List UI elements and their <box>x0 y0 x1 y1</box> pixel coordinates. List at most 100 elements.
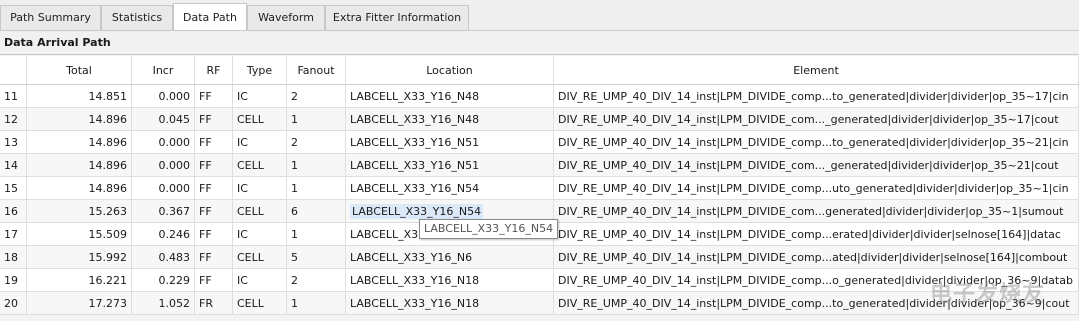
cell-incr: 0.000 <box>132 131 195 153</box>
cell-location: LABCELL_X33_Y16_N48 <box>346 108 554 130</box>
tab-statistics[interactable]: Statistics <box>101 5 173 30</box>
cell-type: CELL <box>233 154 287 176</box>
table-row[interactable]: 14 14.896 0.000 FF CELL 1 LABCELL_X33_Y16_N51 D… <box>0 154 1079 177</box>
cell-fanout: 6 <box>287 200 346 222</box>
column-header-rf[interactable]: RF <box>195 56 233 84</box>
cell-incr: 0.367 <box>132 200 195 222</box>
tab-extra-fitter-information[interactable]: Extra Fitter Information <box>325 5 469 30</box>
cell-rf: FF <box>195 108 233 130</box>
cell-incr: 0.246 <box>132 223 195 245</box>
table-row[interactable]: 20 17.273 1.052 FR CELL 1 LABCELL_X33_Y16_N18 D… <box>0 292 1079 315</box>
tab-waveform[interactable]: Waveform <box>247 5 325 30</box>
location-tooltip: LABCELL_X33_Y16_N54 <box>419 219 559 239</box>
cell-total: 16.221 <box>27 269 132 291</box>
column-header-type[interactable]: Type <box>233 56 287 84</box>
cell-total: 14.896 <box>27 131 132 153</box>
cell-total: 17.273 <box>27 292 132 314</box>
cell-rf: FF <box>195 269 233 291</box>
cell-element: DIV_RE_UMP_40_DIV_14_inst|LPM_DIVIDE_com… <box>554 131 1079 153</box>
cell-rf: FF <box>195 246 233 268</box>
cell-fanout: 2 <box>287 131 346 153</box>
table-header: Total Incr RF Type Fanout Location Element <box>0 56 1079 85</box>
table-row[interactable]: 18 15.992 0.483 FF CELL 5 LABCELL_X33_Y16_N6 DI… <box>0 246 1079 269</box>
cell-element: DIV_RE_UMP_40_DIV_14_inst|LPM_DIVIDE_com… <box>554 223 1079 245</box>
cell-fanout: 1 <box>287 223 346 245</box>
cell-type: CELL <box>233 246 287 268</box>
table-row[interactable]: 12 14.896 0.045 FF CELL 1 LABCELL_X33_Y16_N48 D… <box>0 108 1079 131</box>
cell-location: LABCELL_X33_Y16_N48 <box>346 85 554 107</box>
cell-fanout: 1 <box>287 177 346 199</box>
cell-row-number: 13 <box>0 131 27 153</box>
column-header-total[interactable]: Total <box>27 56 132 84</box>
cell-rf: FF <box>195 154 233 176</box>
cell-type: IC <box>233 85 287 107</box>
cell-fanout: 1 <box>287 292 346 314</box>
cell-incr: 0.045 <box>132 108 195 130</box>
cell-type: CELL <box>233 200 287 222</box>
cell-incr: 0.483 <box>132 246 195 268</box>
cell-incr: 1.052 <box>132 292 195 314</box>
cell-location: LABCELL_X33_Y16_N6 <box>346 246 554 268</box>
cell-total: 14.896 <box>27 177 132 199</box>
cell-fanout: 1 <box>287 108 346 130</box>
cell-type: IC <box>233 223 287 245</box>
cell-location: LABCELL_X33_Y16_N18 <box>346 292 554 314</box>
cell-incr: 0.000 <box>132 85 195 107</box>
location-highlight: LABCELL_X33_Y16_N54 <box>350 203 484 219</box>
cell-fanout: 2 <box>287 269 346 291</box>
cell-location: LABCELL_X33_Y16_N18 <box>346 269 554 291</box>
tab-path-summary[interactable]: Path Summary <box>0 5 101 30</box>
column-header-incr[interactable]: Incr <box>132 56 195 84</box>
column-header-location[interactable]: Location <box>346 56 554 84</box>
cell-fanout: 2 <box>287 85 346 107</box>
cell-row-number: 20 <box>0 292 27 314</box>
cell-location: LABCELL_X33_Y16_N54 <box>346 177 554 199</box>
cell-incr: 0.000 <box>132 154 195 176</box>
cell-rf: FF <box>195 131 233 153</box>
cell-rf: FF <box>195 85 233 107</box>
cell-type: IC <box>233 131 287 153</box>
cell-incr: 0.000 <box>132 177 195 199</box>
cell-row-number: 19 <box>0 269 27 291</box>
cell-type: CELL <box>233 108 287 130</box>
cell-total: 15.992 <box>27 246 132 268</box>
cell-row-number: 16 <box>0 200 27 222</box>
cell-row-number: 15 <box>0 177 27 199</box>
cell-rf: FF <box>195 223 233 245</box>
cell-rf: FR <box>195 292 233 314</box>
cell-total: 14.896 <box>27 108 132 130</box>
column-header-element[interactable]: Element <box>554 56 1079 84</box>
tab-bar: Path Summary Statistics Data Path Wavefo… <box>0 0 1079 31</box>
cell-total: 14.851 <box>27 85 132 107</box>
cell-element: DIV_RE_UMP_40_DIV_14_inst|LPM_DIVIDE_com… <box>554 108 1079 130</box>
cell-element: DIV_RE_UMP_40_DIV_14_inst|LPM_DIVIDE_com… <box>554 177 1079 199</box>
table-row[interactable]: 19 16.221 0.229 FF IC 2 LABCELL_X33_Y16_N18 DIV… <box>0 269 1079 292</box>
cell-total: 14.896 <box>27 154 132 176</box>
table-row[interactable]: 15 14.896 0.000 FF IC 1 LABCELL_X33_Y16_N54 DIV… <box>0 177 1079 200</box>
cell-type: IC <box>233 177 287 199</box>
table-row[interactable]: 13 14.896 0.000 FF IC 2 LABCELL_X33_Y16_N51 DIV… <box>0 131 1079 154</box>
column-header-row-number[interactable] <box>0 56 27 84</box>
cell-fanout: 1 <box>287 154 346 176</box>
cell-rf: FF <box>195 177 233 199</box>
cell-element: DIV_RE_UMP_40_DIV_14_inst|LPM_DIVIDE_com… <box>554 200 1079 222</box>
cell-rf: FF <box>195 200 233 222</box>
cell-element: DIV_RE_UMP_40_DIV_14_inst|LPM_DIVIDE_com… <box>554 246 1079 268</box>
cell-type: CELL <box>233 292 287 314</box>
cell-row-number: 18 <box>0 246 27 268</box>
tab-data-path[interactable]: Data Path <box>173 3 247 31</box>
cell-fanout: 5 <box>287 246 346 268</box>
cell-type: IC <box>233 269 287 291</box>
column-header-fanout[interactable]: Fanout <box>287 56 346 84</box>
cell-incr: 0.229 <box>132 269 195 291</box>
cell-location: LABCELL_X33_Y16_N51 <box>346 131 554 153</box>
cell-total: 15.263 <box>27 200 132 222</box>
cell-total: 15.509 <box>27 223 132 245</box>
cell-row-number: 12 <box>0 108 27 130</box>
cell-row-number: 11 <box>0 85 27 107</box>
cell-location: LABCELL_X33_Y16_N51 <box>346 154 554 176</box>
watermark-logo: 电子发烧友 <box>930 282 1046 307</box>
section-title: Data Arrival Path <box>0 31 1079 55</box>
cell-row-number: 14 <box>0 154 27 176</box>
table-row[interactable]: 11 14.851 0.000 FF IC 2 LABCELL_X33_Y16_N48 DIV… <box>0 85 1079 108</box>
